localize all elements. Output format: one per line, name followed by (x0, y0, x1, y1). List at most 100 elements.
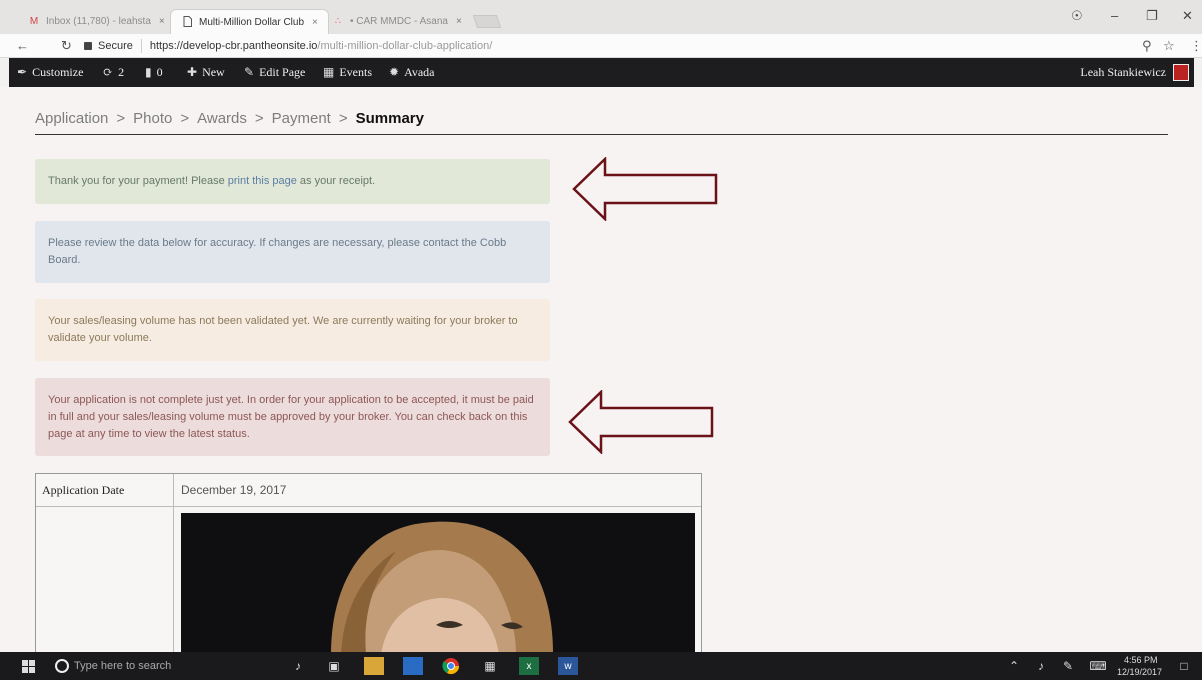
url-path: /multi-million-dollar-club-application/ (317, 40, 493, 52)
bookmark-star-icon[interactable]: ☆ (1163, 38, 1175, 54)
close-icon[interactable]: × (312, 17, 318, 28)
customize-label: Customize (32, 65, 84, 79)
events-button[interactable]: ▦ Events (323, 65, 372, 80)
breadcrumb-photo[interactable]: Photo (133, 110, 172, 127)
pen-icon[interactable]: ✎ (1058, 657, 1078, 675)
close-icon[interactable]: × (456, 16, 462, 27)
tab-gmail[interactable]: M Inbox (11,780) - leahsta × (18, 9, 175, 34)
review-info-alert: Please review the data below for accurac… (35, 221, 550, 283)
new-label: New (202, 65, 225, 79)
avada-label: Avada (404, 65, 435, 79)
incomplete-application-alert: Your application is not complete just ye… (35, 378, 550, 456)
comments-button[interactable]: ▮ 0 (145, 65, 163, 80)
application-summary-table: Application Date December 19, 2017 (35, 473, 702, 654)
volume-warning-alert: Your sales/leasing volume has not been v… (35, 299, 550, 361)
omnibox-divider (140, 39, 142, 53)
zoom-icon[interactable]: ⚲ (1142, 38, 1152, 54)
portrait-image (181, 513, 695, 654)
security-label: Secure (98, 40, 133, 52)
window-close-icon[interactable]: ✕ (1182, 8, 1193, 24)
warning-message: Your sales/leasing volume has not been v… (48, 315, 518, 344)
url-omnibox[interactable]: Secure https://develop-cbr.pantheonsite.… (84, 37, 1164, 55)
breadcrumb-payment[interactable]: Payment (272, 110, 331, 127)
close-icon[interactable]: × (159, 16, 165, 27)
document-icon (181, 16, 193, 28)
danger-message: Your application is not complete just ye… (48, 393, 534, 440)
address-bar: ← ↻ Secure https://develop-cbr.pantheons… (0, 34, 1202, 58)
url-host: https://develop-cbr.pantheonsite.io (149, 40, 318, 52)
updates-count: 2 (118, 65, 125, 79)
calendar-icon: ▦ (323, 65, 335, 79)
table-column-divider (173, 474, 174, 654)
word-icon[interactable]: w (558, 657, 578, 675)
breadcrumb-summary: Summary (355, 110, 424, 127)
new-content-button[interactable]: ✚ New (187, 65, 225, 80)
print-page-link[interactable]: print this page (228, 175, 297, 187)
annotation-arrow-left-icon (572, 157, 718, 221)
tab-title: Multi-Million Dollar Club (199, 16, 305, 28)
breadcrumb-application[interactable]: Application (35, 110, 108, 127)
tab-title: • CAR MMDC - Asana (350, 16, 448, 27)
excel-icon[interactable]: x (519, 657, 539, 675)
browser-tab-strip: M Inbox (11,780) - leahsta × Multi-Milli… (0, 0, 1202, 34)
annotation-arrow-left-icon (568, 390, 714, 454)
clock-date[interactable]: 12/19/2017 (1117, 667, 1162, 677)
windows-taskbar: Type here to search ♪ ▣ ▦ x w ⌃ ♪ ✎ ⌨ 4:… (0, 652, 1202, 680)
lock-icon (84, 42, 92, 50)
minimize-icon[interactable]: – (1111, 8, 1118, 23)
browser-menu-icon[interactable]: ⋮ (1190, 38, 1202, 54)
tab-asana[interactable]: ∴ • CAR MMDC - Asana × (322, 9, 472, 34)
keyboard-icon[interactable]: ⌨ (1088, 657, 1108, 675)
tab-multi-million-dollar-club[interactable]: Multi-Million Dollar Club × (170, 9, 329, 34)
notifications-icon[interactable]: □ (1174, 657, 1194, 675)
chevron-up-icon[interactable]: ⌃ (1004, 657, 1024, 675)
edit-page-button[interactable]: ✎ Edit Page (244, 65, 305, 80)
application-date-label: Application Date (42, 483, 125, 497)
comment-icon: ▮ (145, 65, 152, 79)
clock-time[interactable]: 4:56 PM (1124, 655, 1158, 665)
restore-icon[interactable]: ❐ (1146, 8, 1158, 24)
applicant-photo (181, 513, 695, 654)
asana-icon: ∴ (334, 15, 342, 27)
breadcrumb: Application > Photo > Awards > Payment >… (35, 110, 424, 127)
breadcrumb-separator: > (116, 110, 126, 127)
microphone-icon[interactable]: ♪ (288, 657, 308, 675)
breadcrumb-separator: > (254, 110, 264, 127)
back-icon[interactable]: ← (16, 38, 29, 53)
breadcrumb-awards[interactable]: Awards (197, 110, 247, 127)
success-text: Thank you for your payment! Please (48, 175, 228, 187)
calculator-icon[interactable]: ▦ (480, 657, 500, 675)
gmail-icon: M (29, 15, 39, 27)
success-text-end: as your receipt. (296, 175, 376, 187)
table-row-divider (36, 506, 701, 507)
user-name: Leah Stankiewicz (1080, 65, 1166, 79)
success-message: Thank you for your payment! Please print… (48, 173, 375, 190)
pencil-icon: ✎ (244, 65, 255, 79)
wp-admin-bar: ✒ Customize ⟳ 2 ▮ 0 ✚ New ✎ Edit Page ▦ … (9, 58, 1194, 87)
edit-page-label: Edit Page (259, 65, 306, 79)
avada-button[interactable]: ✹ Avada (389, 65, 435, 80)
updates-icon: ⟳ (103, 65, 114, 79)
cortana-search-icon[interactable] (52, 657, 72, 675)
plus-icon: ✚ (187, 65, 198, 79)
events-label: Events (339, 65, 373, 79)
new-tab-button[interactable] (472, 15, 502, 28)
windows-start-icon[interactable] (18, 657, 38, 675)
page-content: Application > Photo > Awards > Payment >… (0, 87, 1202, 654)
avada-icon: ✹ (389, 65, 400, 79)
store-icon[interactable] (403, 657, 423, 675)
file-explorer-icon[interactable] (364, 657, 384, 675)
taskbar-search-input[interactable]: Type here to search (74, 660, 171, 672)
reload-icon[interactable]: ↻ (61, 38, 72, 54)
breadcrumb-divider (35, 134, 1168, 135)
payment-success-alert: Thank you for your payment! Please print… (35, 159, 550, 204)
volume-icon[interactable]: ♪ (1031, 657, 1051, 675)
user-account-menu[interactable]: Leah Stankiewicz (1080, 65, 1166, 80)
profile-icon[interactable]: ☉ (1071, 8, 1083, 24)
avatar[interactable] (1173, 64, 1189, 81)
tab-title: Inbox (11,780) - leahsta (46, 16, 151, 27)
chrome-icon[interactable] (441, 657, 461, 675)
task-view-icon[interactable]: ▣ (324, 657, 344, 675)
updates-button[interactable]: ⟳ 2 (103, 65, 124, 80)
customize-button[interactable]: ✒ Customize (17, 65, 83, 80)
